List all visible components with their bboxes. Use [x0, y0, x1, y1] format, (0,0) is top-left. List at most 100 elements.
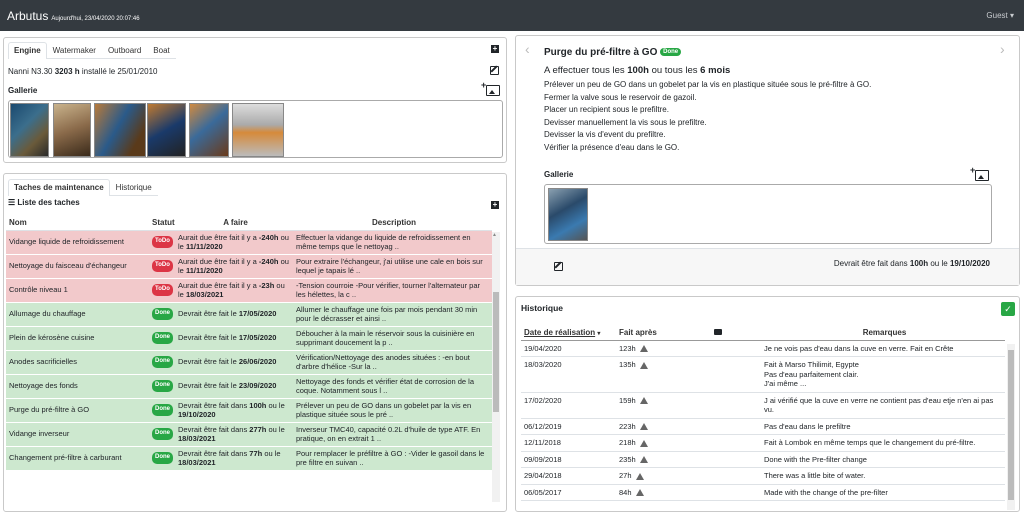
- task-name-text[interactable]: Purge du pré-filtre à GO: [9, 405, 89, 414]
- task-name-text[interactable]: Vidange inverseur: [9, 429, 69, 438]
- gallery-photo[interactable]: [53, 103, 91, 157]
- tab-maintenance-tasks[interactable]: Taches de maintenance: [8, 179, 110, 196]
- warning-icon: [639, 361, 648, 369]
- history-row[interactable]: 06/05/2017 84h Made with the change of th…: [521, 484, 1005, 501]
- col-date-label[interactable]: Date de réalisation: [524, 328, 595, 337]
- task-row[interactable]: Vidange inverseur Done Devrait être fait d…: [6, 422, 492, 447]
- task-description: Allumer le chauffage une fois par mois p…: [293, 302, 492, 327]
- history-row[interactable]: 19/04/2020 123h Je ne vois pas d'eau dans…: [521, 340, 1005, 357]
- history-remarks: Done with the Pre-filter change: [761, 451, 1005, 468]
- add-equipment-icon[interactable]: +: [491, 45, 499, 53]
- history-after: 123h: [616, 340, 671, 357]
- tab-engine[interactable]: Engine: [8, 42, 47, 59]
- task-name-text[interactable]: Vidange liquide de refroidissement: [9, 237, 124, 246]
- tasks-scrollbar[interactable]: [492, 232, 500, 502]
- task-name[interactable]: Changement pré-filtre à carburant: [6, 446, 149, 471]
- gallery-add-icon[interactable]: [481, 81, 500, 96]
- todo-date: 23/09/2020: [238, 381, 277, 391]
- task-row[interactable]: Allumage du chauffage Done Devrait être fa…: [6, 302, 492, 327]
- task-description: Prélever un peu de GO dans un gobelet pa…: [293, 398, 492, 423]
- tab-boat[interactable]: Boat: [147, 42, 175, 58]
- chevron-right-icon[interactable]: ›: [1000, 41, 1005, 57]
- task-row[interactable]: Anodes sacrificielles Done Devrait être fa…: [6, 350, 492, 375]
- task-name[interactable]: Plein de kérosène cuisine: [6, 326, 149, 351]
- edit-engine-icon[interactable]: [490, 66, 499, 75]
- user-menu[interactable]: Guest ▾: [986, 11, 1014, 20]
- task-name-text[interactable]: Nettoyage des fonds: [9, 381, 78, 390]
- task-row[interactable]: Vidange liquide de refroidissement ToDo Au…: [6, 230, 492, 255]
- history-row[interactable]: 06/12/2019 223h Pas d'eau dans le prefilt…: [521, 418, 1005, 435]
- tab-watermaker[interactable]: Watermaker: [47, 42, 102, 58]
- task-name-text[interactable]: Contrôle niveau 1: [9, 285, 68, 294]
- edit-task-icon[interactable]: [554, 262, 563, 271]
- user-name[interactable]: Guest: [986, 11, 1007, 20]
- detail-gallery-add-icon[interactable]: [970, 166, 989, 181]
- history-row[interactable]: 18/03/2020 135h Fait à Marso Thilimit, Eg…: [521, 356, 1005, 393]
- tab-history[interactable]: Historique: [110, 179, 158, 195]
- task-description-text: Inverseur TMC40, capacité 0.2L d'huile d…: [296, 424, 481, 444]
- gallery-photo[interactable]: [189, 103, 229, 157]
- task-name-text[interactable]: Changement pré-filtre à carburant: [9, 453, 122, 462]
- col-photo[interactable]: [671, 325, 761, 341]
- task-name[interactable]: Nettoyage du faisceau d'échangeur: [6, 254, 149, 279]
- todo-hours: 77h: [249, 448, 263, 458]
- camera-icon: [713, 328, 722, 335]
- tasks-scroll-thumb[interactable]: [493, 292, 499, 412]
- col-todo[interactable]: A faire: [175, 215, 293, 231]
- history-row[interactable]: 29/04/2018 27h There was a little bite of…: [521, 467, 1005, 485]
- brand[interactable]: Arbutus Aujourd'hui, 23/04/2020 20:07:46: [7, 9, 140, 23]
- col-description[interactable]: Description: [293, 215, 492, 231]
- task-description-text: Pour remplacer le préfiltre à GO : -Vide…: [296, 448, 485, 468]
- col-remarks[interactable]: Remarques: [761, 325, 1005, 341]
- app-title[interactable]: Arbutus: [7, 9, 48, 23]
- tab-outboard[interactable]: Outboard: [102, 42, 147, 58]
- history-remarks: Je ne vois pas d'eau dans la cuve en ver…: [761, 340, 1005, 357]
- history-scroll-thumb[interactable]: [1008, 350, 1014, 500]
- task-name-text[interactable]: Plein de kérosène cuisine: [9, 333, 94, 342]
- chevron-left-icon[interactable]: ‹: [525, 41, 530, 57]
- history-photo: [671, 340, 761, 357]
- col-name[interactable]: Nom: [6, 215, 149, 231]
- task-description: Pour remplacer le préfiltre à GO : -Vide…: [293, 446, 492, 471]
- history-after-text: 235h: [619, 454, 636, 464]
- task-row[interactable]: Contrôle niveau 1 ToDo Aurait due être fai…: [6, 278, 492, 303]
- task-name[interactable]: Vidange liquide de refroidissement: [6, 230, 149, 255]
- task-row[interactable]: Purge du pré-filtre à GO Done Devrait être…: [6, 398, 492, 423]
- task-name[interactable]: Allumage du chauffage: [6, 302, 149, 327]
- gallery-photo[interactable]: [10, 103, 49, 157]
- history-remarks: Fait à Lombok en même temps que le chang…: [761, 434, 1005, 452]
- status-badge: ToDo: [152, 260, 173, 272]
- task-row[interactable]: Nettoyage du faisceau d'échangeur ToDo Aur…: [6, 254, 492, 279]
- col-date[interactable]: Date de réalisation ▾: [521, 325, 616, 341]
- gallery-photo[interactable]: [147, 103, 186, 157]
- task-step: Fermer la valve sous le reservoir de gaz…: [544, 92, 697, 102]
- task-row[interactable]: Plein de kérosène cuisine Done Devrait êtr…: [6, 326, 492, 351]
- col-status[interactable]: Statut: [149, 215, 175, 231]
- add-task-icon[interactable]: +: [491, 201, 499, 209]
- gallery-photo[interactable]: [94, 103, 146, 157]
- task-row[interactable]: Changement pré-filtre à carburant Done Dev…: [6, 446, 492, 471]
- task-name-text[interactable]: Anodes sacrificielles: [9, 357, 77, 366]
- history-date: 19/04/2020: [521, 340, 616, 357]
- todo-separator: ou le: [268, 400, 285, 410]
- task-name-text[interactable]: Allumage du chauffage: [9, 309, 86, 318]
- gallery-photo[interactable]: [548, 188, 588, 241]
- col-after[interactable]: Fait après: [616, 325, 671, 341]
- history-row[interactable]: 09/09/2018 235h Done with the Pre-filter …: [521, 451, 1005, 468]
- task-detail-card: ‹ › Purge du pré-filtre à GO Done A effe…: [515, 35, 1020, 286]
- check-icon[interactable]: ✓: [1001, 302, 1015, 316]
- task-name[interactable]: Purge du pré-filtre à GO: [6, 398, 149, 423]
- gallery-photo[interactable]: [232, 103, 284, 157]
- task-name[interactable]: Anodes sacrificielles: [6, 350, 149, 375]
- task-name[interactable]: Vidange inverseur: [6, 422, 149, 447]
- history-title: Historique: [521, 303, 564, 313]
- task-description-text: Vérification/Nettoyage des anodes située…: [296, 352, 470, 372]
- history-row[interactable]: 17/02/2020 159h J ai vérifié que la cuve …: [521, 392, 1005, 419]
- history-row[interactable]: 12/11/2018 218h Fait à Lombok en même tem…: [521, 434, 1005, 452]
- history-scrollbar[interactable]: [1007, 344, 1015, 510]
- task-name[interactable]: Contrôle niveau 1: [6, 278, 149, 303]
- task-row[interactable]: Nettoyage des fonds Done Devrait être fait…: [6, 374, 492, 399]
- task-name[interactable]: Nettoyage des fonds: [6, 374, 149, 399]
- task-name-text[interactable]: Nettoyage du faisceau d'échangeur: [9, 261, 127, 270]
- sort-desc-icon[interactable]: ▾: [597, 331, 600, 337]
